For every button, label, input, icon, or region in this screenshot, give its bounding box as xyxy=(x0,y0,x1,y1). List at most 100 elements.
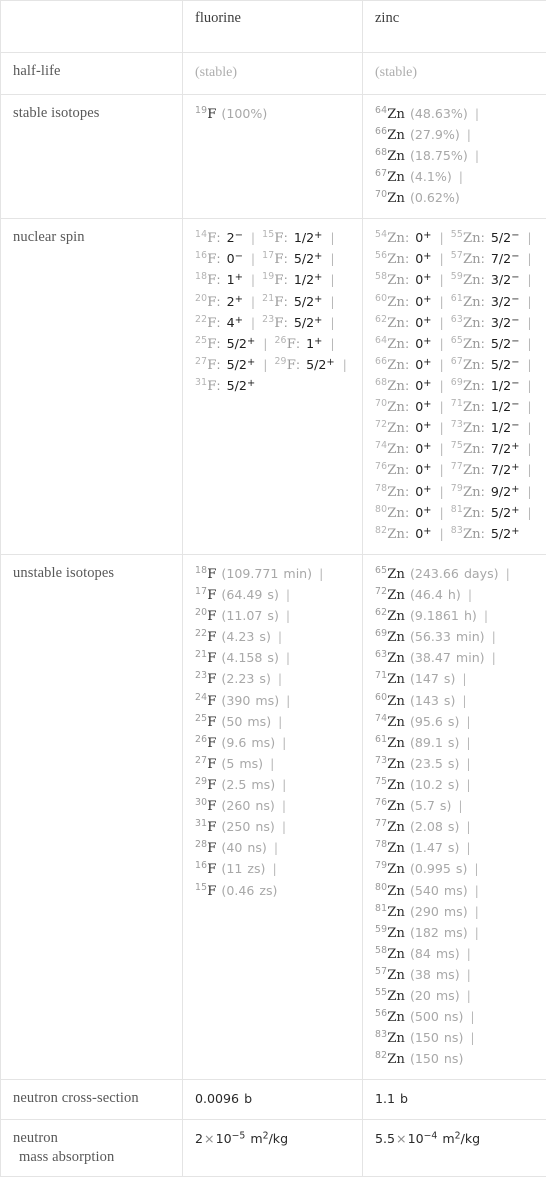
isotope-mass-number: 77 xyxy=(451,462,463,473)
isotope-value: (147 s) xyxy=(405,671,455,686)
header-corner-blank xyxy=(1,1,183,53)
isotope-separator: | xyxy=(271,714,284,729)
isotope-mass-number: 81 xyxy=(451,504,463,515)
isotope-value: (5.7 s) xyxy=(405,798,451,813)
isotope-separator: | xyxy=(263,756,276,771)
isotope-separator: | xyxy=(323,336,336,351)
isotope-mass-number: 81 xyxy=(375,903,387,914)
isotope-mass-number: 22 xyxy=(195,314,207,325)
isotope-mass-number: 66 xyxy=(375,126,387,137)
parity-sign: + xyxy=(423,526,431,537)
unit: m2/kg xyxy=(437,1131,480,1146)
isotope-separator: | xyxy=(520,294,533,309)
element-symbol: Zn xyxy=(463,527,481,542)
nuclear-spin-value: 5/2+ xyxy=(305,357,336,372)
column-header-zinc: zinc xyxy=(363,1,546,53)
isotope-symbol: 62Zn xyxy=(375,608,405,623)
isotope-mass-number: 30 xyxy=(195,797,207,808)
element-symbol: Zn xyxy=(387,926,405,941)
cell-nuclear-spin-fluorine: 14F: 2− | 15F: 1/2+ | 16F: 0− | 17F: 5/2… xyxy=(183,219,363,555)
isotope-separator: | xyxy=(455,671,468,686)
isotope-mass-number: 55 xyxy=(451,229,463,240)
isotope-separator: | xyxy=(460,967,473,982)
isotope-value: (18.75%) xyxy=(405,148,468,163)
isotope-value: (11 zs) xyxy=(216,861,265,876)
element-symbol: Zn xyxy=(463,506,481,521)
isotope-symbol: 61Zn xyxy=(451,294,481,309)
isotope-mass-number: 76 xyxy=(375,797,387,808)
nuclear-spin-value: 0+ xyxy=(414,272,432,287)
isotope-symbol: 63Zn xyxy=(451,315,481,330)
isotope-separator: | xyxy=(275,819,288,834)
cell-stable-isotopes-fluorine: 19F (100%) xyxy=(183,94,363,219)
isotope-mass-number: 83 xyxy=(451,525,463,536)
isotope-symbol: 21F xyxy=(195,650,216,665)
isotope-separator: | xyxy=(432,484,450,499)
isotope-separator: | xyxy=(520,505,533,520)
isotope-symbol: 23F xyxy=(195,671,216,686)
isotope-value: (20 ms) xyxy=(405,988,460,1003)
isotope-separator: | xyxy=(244,315,262,330)
isotope-mass-number: 78 xyxy=(375,483,387,494)
isotope-separator: | xyxy=(323,251,336,266)
nuclear-spin-value: 3/2− xyxy=(490,272,521,287)
parity-sign: + xyxy=(423,293,431,304)
element-symbol: Zn xyxy=(387,757,405,772)
isotope-mass-number: 65 xyxy=(375,565,387,576)
isotope-separator: | xyxy=(432,399,450,414)
table-row-half-life: half-life (stable) (stable) xyxy=(1,53,546,95)
cell-stable-isotopes-zinc: 64Zn (48.63%) | 66Zn (27.9%) | 68Zn (18.… xyxy=(363,94,546,219)
isotope-symbol: 81Zn xyxy=(451,505,481,520)
isotope-symbol: 14F xyxy=(195,230,216,245)
isotope-colon: : xyxy=(481,294,490,309)
isotope-mass-number: 61 xyxy=(375,734,387,745)
element-symbol: F xyxy=(287,337,296,352)
isotope-value: (84 ms) xyxy=(405,946,460,961)
isotope-symbol: 75Zn xyxy=(451,441,481,456)
isotope-symbol: 20F xyxy=(195,294,216,309)
isotope-value: (4.158 s) xyxy=(216,650,278,665)
isotope-symbol: 77Zn xyxy=(451,462,481,477)
isotope-symbol: 26F xyxy=(274,336,295,351)
element-symbol: Zn xyxy=(387,191,405,206)
isotope-mass-number: 59 xyxy=(375,924,387,935)
isotope-symbol: 19F xyxy=(262,272,283,287)
isotope-value: (150 ns) xyxy=(405,1051,463,1066)
isotope-value: (23.5 s) xyxy=(405,756,459,771)
parity-sign: − xyxy=(511,315,519,326)
isotope-mass-number: 21 xyxy=(262,293,274,304)
isotope-symbol: 31F xyxy=(195,819,216,834)
isotope-separator: | xyxy=(265,861,278,876)
exponent: −4 xyxy=(424,1130,438,1141)
nuclear-spin-value: 0+ xyxy=(414,441,432,456)
isotope-colon: : xyxy=(284,294,293,309)
element-symbol: Zn xyxy=(463,463,481,478)
element-symbol: Zn xyxy=(463,295,481,310)
nuclear-spin-value: 4+ xyxy=(226,315,244,330)
isotope-value: (56.33 min) xyxy=(405,629,485,644)
nuclear-spin-value: 5/2+ xyxy=(293,315,324,330)
isotope-symbol: 22F xyxy=(195,629,216,644)
isotope-colon: : xyxy=(405,399,414,414)
isotope-symbol: 70Zn xyxy=(375,399,405,414)
element-symbol: Zn xyxy=(387,107,405,122)
cell-neutron-mass-absorption-fluorine: 2×10−5 m2/kg xyxy=(183,1119,363,1176)
isotope-separator: | xyxy=(463,1009,476,1024)
element-symbol: F xyxy=(274,316,283,331)
isotope-colon: : xyxy=(481,484,490,499)
isotope-symbol: 74Zn xyxy=(375,441,405,456)
isotope-separator: | xyxy=(432,441,450,456)
isotope-colon: : xyxy=(405,272,414,287)
isotope-colon: : xyxy=(405,251,414,266)
parity-sign: + xyxy=(314,336,322,347)
parity-sign: + xyxy=(511,526,519,537)
isotope-symbol: 64Zn xyxy=(375,336,405,351)
element-symbol: Zn xyxy=(387,506,405,521)
isotope-separator: | xyxy=(520,441,533,456)
isotope-separator: | xyxy=(432,526,450,541)
isotope-mass-number: 80 xyxy=(375,882,387,893)
isotope-mass-number: 58 xyxy=(375,272,387,283)
isotope-mass-number: 79 xyxy=(375,861,387,872)
isotope-mass-number: 72 xyxy=(375,586,387,597)
isotope-separator: | xyxy=(520,399,533,414)
